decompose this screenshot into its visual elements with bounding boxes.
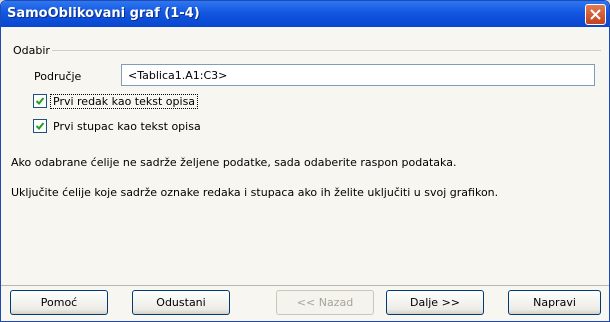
first-col-checkbox-row[interactable]: Prvi stupac kao tekst opisa xyxy=(33,119,203,133)
first-row-label: Prvi redak kao tekst opisa xyxy=(49,93,199,109)
dialog-content: Odabir Područje Prvi redak kao tekst opi… xyxy=(1,27,609,321)
help-button[interactable]: Pomoć xyxy=(10,290,108,315)
checkmark-icon xyxy=(35,122,45,130)
range-input[interactable] xyxy=(121,64,595,86)
chart-wizard-dialog: SamoOblikovani graf (1-4) Odabir Područj… xyxy=(0,0,610,322)
back-button[interactable]: << Nazad xyxy=(276,290,374,315)
finish-button[interactable]: Napravi xyxy=(508,290,601,315)
button-separator xyxy=(1,285,609,286)
info-text-1: Ako odabrane ćelije ne sadrže željene po… xyxy=(11,156,457,169)
cancel-button[interactable]: Odustani xyxy=(132,290,230,315)
next-button[interactable]: Dalje >> xyxy=(386,290,484,315)
close-button[interactable] xyxy=(585,4,606,25)
checkmark-icon xyxy=(35,97,45,105)
first-col-checkbox[interactable] xyxy=(33,119,47,133)
first-row-checkbox[interactable] xyxy=(33,94,47,108)
first-col-label: Prvi stupac kao tekst opisa xyxy=(53,119,201,133)
window-title: SamoOblikovani graf (1-4) xyxy=(7,6,200,21)
range-label: Područje xyxy=(34,70,82,83)
group-divider xyxy=(52,50,601,51)
close-icon xyxy=(590,9,601,20)
selection-group-title: Odabir xyxy=(13,44,50,57)
title-bar[interactable]: SamoOblikovani graf (1-4) xyxy=(1,1,609,27)
info-text-2: Uključite ćelije koje sadrže oznake reda… xyxy=(11,186,499,199)
first-row-checkbox-row[interactable]: Prvi redak kao tekst opisa xyxy=(33,93,199,109)
